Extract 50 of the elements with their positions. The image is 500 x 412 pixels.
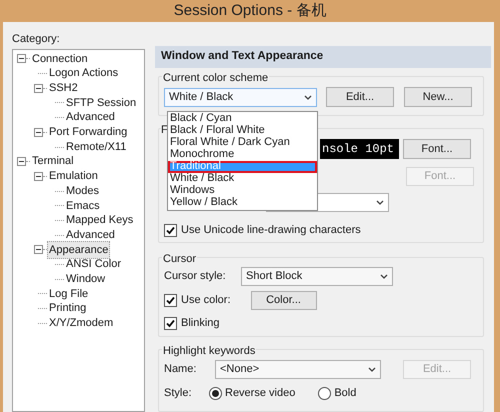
radio-button[interactable] [209, 386, 222, 400]
dropdown-option[interactable]: Black / Floral White [168, 125, 317, 137]
checkbox-label: Use color: [181, 293, 231, 308]
checkbox[interactable] [164, 224, 177, 237]
edit-button[interactable]: Edit... [326, 87, 394, 107]
color-scheme-select[interactable]: White / Black [164, 88, 317, 106]
collapse-icon[interactable] [34, 245, 43, 254]
chevron-icon [368, 367, 376, 372]
dropdown-option[interactable]: Yellow / Black [168, 197, 317, 209]
radio-label: Bold [334, 386, 356, 401]
dropdown-option[interactable]: White / Black [168, 173, 317, 185]
category-label: Category: [12, 32, 61, 47]
field-label: Name: [164, 362, 198, 378]
checkbox[interactable] [164, 294, 177, 307]
collapse-icon[interactable] [34, 172, 43, 181]
window-title: Session Options - 备机 [174, 0, 326, 21]
radio-button[interactable] [318, 386, 332, 400]
chevron-icon [304, 94, 312, 100]
section-title: Window and Text Appearance [161, 49, 324, 64]
category-tree[interactable]: Connection Logon Actions SSH2 SFTP Session Advanced Port Forwarding Remote/X11 Terminal Emulation Modes Emacs Mapped Keys Advanced Appearance ANSI Color Window Log File Printing X/Y/Zmodem [12, 48, 145, 412]
dropdown-option[interactable]: Monochrome [168, 149, 317, 161]
checkmark-icon [166, 296, 175, 305]
dropdown-option[interactable]: Black / Cyan [168, 113, 317, 125]
font-preview-text: nsole 10pt [322, 141, 394, 158]
field-label: Cursor style: [164, 269, 227, 284]
checkbox-label: Use Unicode line-drawing characters [181, 223, 361, 238]
group-label: Highlight keywords [162, 343, 256, 360]
keyword-name-select[interactable]: <None> [215, 360, 381, 379]
checkmark-icon [166, 318, 175, 328]
font-button[interactable]: Font... [403, 139, 471, 159]
collapse-icon[interactable] [34, 128, 43, 137]
new-button[interactable]: New... [404, 87, 472, 107]
collapse-icon[interactable] [17, 54, 26, 64]
chevron-icon [380, 274, 388, 279]
color-button[interactable]: Color... [250, 291, 317, 310]
radio-label: Reverse video [225, 386, 296, 401]
cursor-style-select[interactable]: Short Block [241, 267, 393, 286]
select-value: White / Black [169, 90, 234, 105]
tree-item[interactable]: Appearance [47, 240, 110, 260]
select-value: <None> [220, 362, 260, 378]
field-label: Style: [164, 386, 193, 401]
checkbox[interactable] [164, 316, 177, 330]
dropdown-option[interactable]: Windows [168, 185, 317, 197]
checkmark-icon [166, 226, 175, 235]
select-value: Short Block [246, 269, 302, 284]
collapse-icon[interactable] [34, 84, 43, 93]
collapse-icon[interactable] [17, 157, 26, 166]
dropdown-option[interactable]: Floral White / Dark Cyan [168, 137, 317, 149]
chevron-icon [376, 200, 384, 205]
checkbox-label: Blinking [181, 316, 220, 331]
